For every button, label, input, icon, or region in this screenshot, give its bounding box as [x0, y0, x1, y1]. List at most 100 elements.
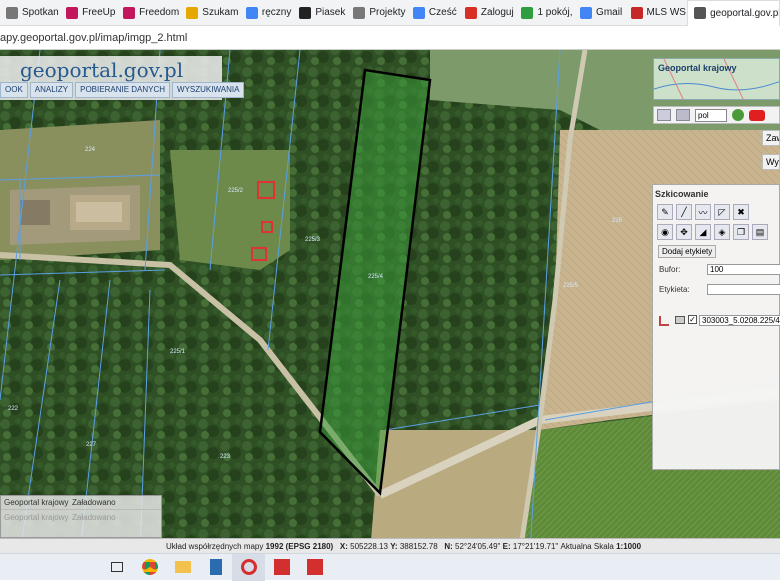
- acrobat-icon[interactable]: [298, 554, 331, 581]
- buffer-icon[interactable]: ◈: [714, 224, 730, 240]
- google-icon: [580, 6, 593, 19]
- draw-line-icon[interactable]: ╱: [676, 204, 692, 220]
- bookmark-item[interactable]: Cześć: [407, 0, 459, 26]
- draw-polygon-icon[interactable]: ◸: [714, 204, 730, 220]
- bookmark-item[interactable]: Spotkan: [0, 0, 60, 26]
- language-select[interactable]: pol: [695, 108, 727, 122]
- opera-icon[interactable]: [232, 553, 265, 581]
- copy-icon[interactable]: ❐: [733, 224, 749, 240]
- bookmark-item[interactable]: Projekty: [347, 0, 407, 26]
- bookmark-item[interactable]: Freedom: [117, 0, 180, 26]
- e-coordinate: 17°21'19.71": [512, 541, 559, 551]
- bookmark-item[interactable]: ręczny: [240, 0, 293, 26]
- document-icon[interactable]: [199, 554, 232, 581]
- top-nav: OOK ANALIZY POBIERANIE DANYCH WYSZUKIWAN…: [0, 82, 245, 98]
- sketch-tools-row-2: ◉ ✥ ◢ ◈ ❐ ▤: [657, 224, 768, 240]
- geoportal-logo[interactable]: geoportal.gov.pl: [20, 58, 183, 82]
- bookmark-item[interactable]: Gmail: [574, 0, 624, 26]
- n-label: N:: [444, 541, 453, 551]
- e-label: E:: [502, 541, 511, 551]
- globe-icon: [6, 6, 18, 19]
- bookmark-label: Piasek: [315, 7, 346, 18]
- bookmark-item[interactable]: 1 pokój,: [515, 0, 574, 26]
- chart-icon[interactable]: ◢: [695, 224, 711, 240]
- side-button-wys[interactable]: Wys: [762, 154, 780, 170]
- move-icon[interactable]: ✥: [676, 224, 692, 240]
- bookmark-item[interactable]: Piasek: [293, 0, 347, 26]
- acrobat-icon[interactable]: [265, 554, 298, 581]
- right-toolbar: pol: [653, 106, 780, 124]
- parcel-label: 225/2: [228, 188, 244, 194]
- parcel-id-field[interactable]: 303003_5.0208.225/4: [699, 315, 780, 326]
- chrome-icon[interactable]: [133, 554, 166, 581]
- etykieta-label: Etykieta:: [659, 285, 690, 294]
- n-coordinate: 52°24'05.49": [455, 541, 501, 551]
- parcel-label: 224: [85, 147, 96, 153]
- draw-point-icon[interactable]: ✎: [657, 204, 673, 220]
- bookmark-item[interactable]: FreeUp: [60, 0, 117, 26]
- sketch-tools-row-1: ✎ ╱ 〰 ◸ ✖: [657, 204, 749, 220]
- layer-visibility-icon[interactable]: [675, 316, 685, 324]
- diamond-icon: [123, 6, 136, 19]
- draw-freehand-icon[interactable]: 〰: [695, 204, 711, 220]
- layer-status: Załadowano: [72, 512, 116, 522]
- bookmark-label: MLS WS: [646, 7, 686, 18]
- bookmarks-bar: Spotkan FreeUp Freedom Szukam ręczny Piasek Pr…: [0, 0, 780, 26]
- logo-label: geoportal.gov.pl: [20, 58, 184, 82]
- layer-name: Geoportal krajowy: [4, 498, 69, 507]
- bookmark-label: Spotkan: [22, 7, 59, 18]
- red-square-icon: [464, 6, 477, 19]
- y-label: Y:: [390, 541, 398, 551]
- nav-item-pobieranie[interactable]: POBIERANIE DANYCH: [75, 82, 171, 98]
- google-icon: [412, 6, 425, 19]
- print-icon[interactable]: [657, 109, 671, 121]
- layer-row[interactable]: Geoportal krajowy Załadowano: [1, 510, 161, 524]
- bookmark-label: 1 pokój,: [537, 7, 573, 18]
- side-button-zaw[interactable]: Zaw: [762, 130, 780, 146]
- nav-item-ook[interactable]: OOK: [0, 82, 28, 98]
- buffer-label: Bufor:: [659, 265, 681, 274]
- bookmark-label: Projekty: [369, 7, 406, 18]
- green-square-icon: [521, 6, 534, 19]
- parcel-label: 225/5: [563, 283, 579, 289]
- parcel-label: 226: [612, 218, 623, 224]
- szukam-icon: [186, 6, 199, 19]
- nav-item-wyszukiwania[interactable]: WYSZUKIWANIA: [172, 82, 245, 98]
- globe-icon: [353, 6, 366, 19]
- y-coordinate: 388152.78: [399, 541, 438, 551]
- task-view-icon[interactable]: [100, 554, 133, 581]
- windows-taskbar: [0, 553, 780, 581]
- parcel-label: 225/4: [368, 274, 384, 280]
- overview-map[interactable]: Geoportal krajowy: [653, 58, 780, 100]
- file-explorer-icon[interactable]: [166, 554, 199, 581]
- parcel-label: 223: [220, 454, 231, 460]
- bookmark-item[interactable]: geoportal.gov.pl: [687, 0, 780, 26]
- buffer-input[interactable]: 100: [707, 264, 780, 275]
- layer-name: Geoportal krajowy: [4, 512, 69, 522]
- bookmark-icon: [299, 6, 312, 19]
- bookmark-item[interactable]: Zaloguj: [459, 0, 516, 26]
- etykieta-input[interactable]: [707, 284, 780, 295]
- address-url[interactable]: apy.geoportal.gov.pl/imap/imgp_2.html: [0, 32, 187, 44]
- bookmark-item[interactable]: Szukam: [180, 0, 240, 26]
- help-icon[interactable]: [732, 109, 744, 121]
- save-icon[interactable]: [676, 109, 690, 121]
- address-bar[interactable]: apy.geoportal.gov.pl/imap/imgp_2.html: [0, 26, 780, 50]
- bookmark-item[interactable]: MLS WS: [625, 0, 688, 26]
- youtube-icon[interactable]: [749, 109, 765, 121]
- add-labels-button[interactable]: Dodaj etykiety: [658, 245, 717, 258]
- scale-value: 1:1000: [616, 541, 642, 551]
- layer-checkbox[interactable]: ✓: [688, 315, 697, 324]
- bookmark-label: Freedom: [139, 7, 180, 18]
- layer-row[interactable]: Geoportal krajowy Załadowano: [1, 496, 161, 510]
- erase-icon[interactable]: ✖: [733, 204, 749, 220]
- paste-icon[interactable]: ▤: [752, 224, 768, 240]
- geoportal-icon: [694, 7, 707, 19]
- overview-title: Geoportal krajowy: [658, 63, 737, 73]
- measure-icon[interactable]: ◉: [657, 224, 673, 240]
- google-icon: [245, 6, 258, 19]
- mls-icon: [630, 6, 643, 19]
- diamond-icon: [66, 6, 79, 19]
- bookmark-label: ręczny: [261, 7, 292, 18]
- nav-item-analizy[interactable]: ANALIZY: [29, 82, 74, 98]
